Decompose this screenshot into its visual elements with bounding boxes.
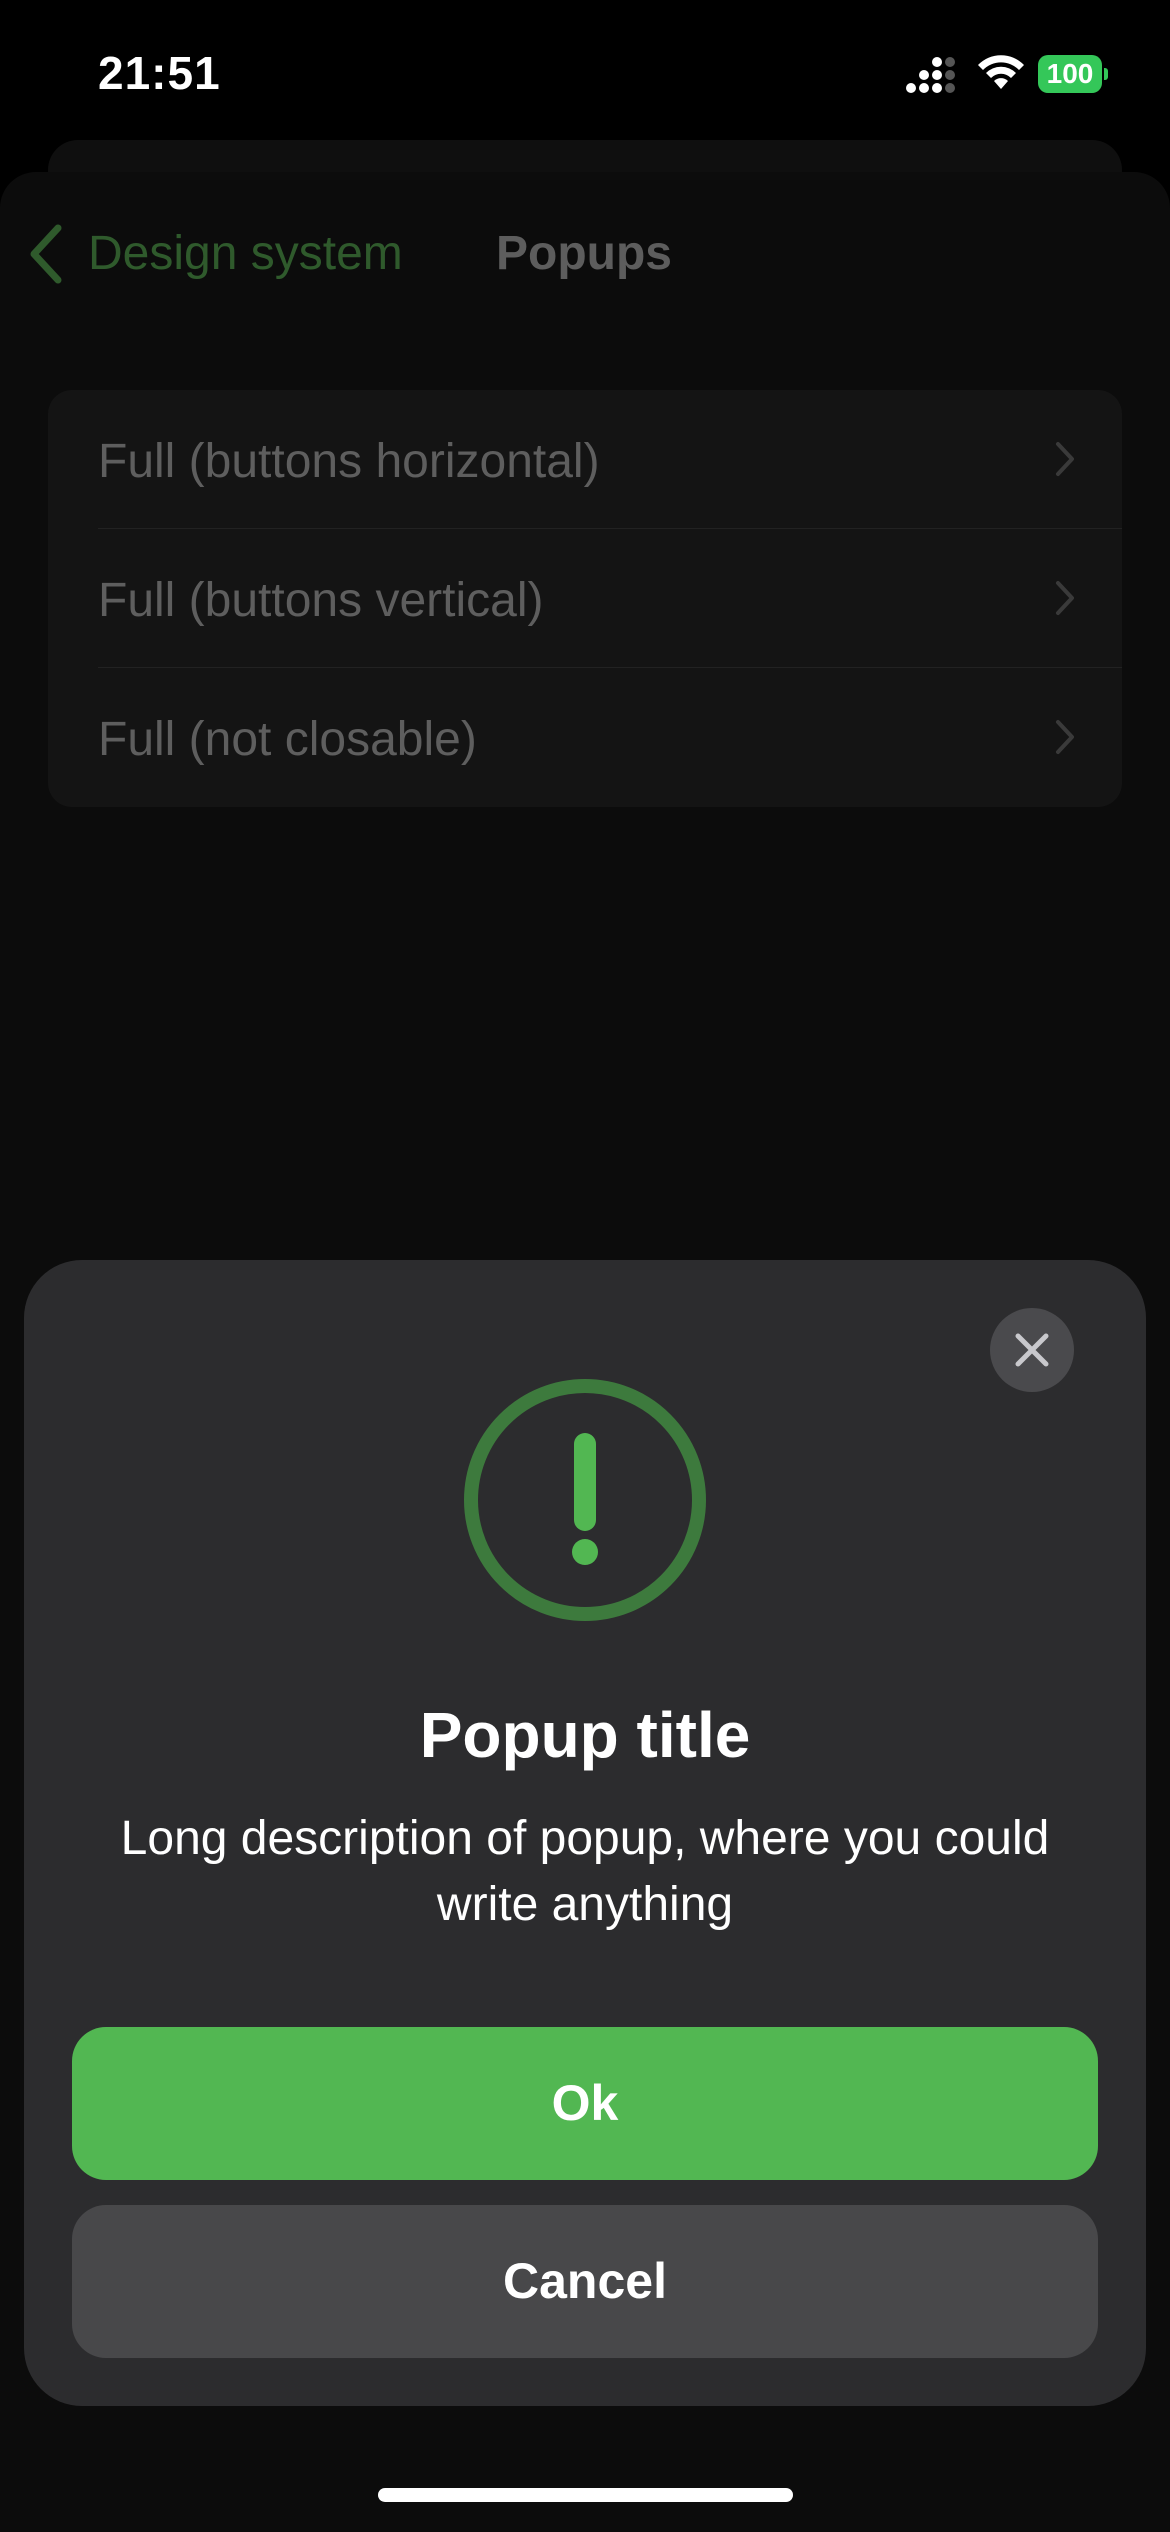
battery-indicator: 100 xyxy=(1038,55,1108,93)
chevron-right-icon xyxy=(1056,720,1074,754)
close-icon xyxy=(1015,1333,1049,1367)
status-bar: 21:51 100 xyxy=(0,0,1170,150)
list-item-not-closable[interactable]: Full (not closable) xyxy=(48,668,1122,807)
battery-tip xyxy=(1104,68,1108,80)
list-item-buttons-horizontal[interactable]: Full (buttons horizontal) xyxy=(48,390,1122,529)
list-item-label: Full (buttons horizontal) xyxy=(98,435,600,488)
page-title: Popups xyxy=(496,227,672,280)
list-item-label: Full (buttons vertical) xyxy=(98,574,544,627)
chevron-right-icon xyxy=(1056,581,1074,615)
ok-button[interactable]: Ok xyxy=(72,2027,1098,2180)
list-item-label: Full (not closable) xyxy=(98,713,477,766)
status-time: 21:51 xyxy=(98,47,221,99)
popup-title: Popup title xyxy=(419,1699,751,1771)
home-indicator[interactable] xyxy=(378,2488,793,2502)
cancel-button[interactable]: Cancel xyxy=(72,2205,1098,2358)
back-button[interactable]: Design system xyxy=(88,226,403,281)
list-item-buttons-vertical[interactable]: Full (buttons vertical) xyxy=(48,529,1122,668)
close-button[interactable] xyxy=(990,1308,1074,1392)
exclamation-circle-icon xyxy=(464,1379,706,1621)
cellular-signal-icon xyxy=(906,57,955,93)
chevron-right-icon xyxy=(1056,442,1074,476)
wifi-icon xyxy=(978,55,1024,89)
popup-variants-list: Full (buttons horizontal) Full (buttons … xyxy=(48,390,1122,807)
back-chevron-icon[interactable] xyxy=(26,222,66,286)
popup-description: Long description of popup, where you cou… xyxy=(120,1812,1050,1931)
battery-level: 100 xyxy=(1046,58,1094,89)
